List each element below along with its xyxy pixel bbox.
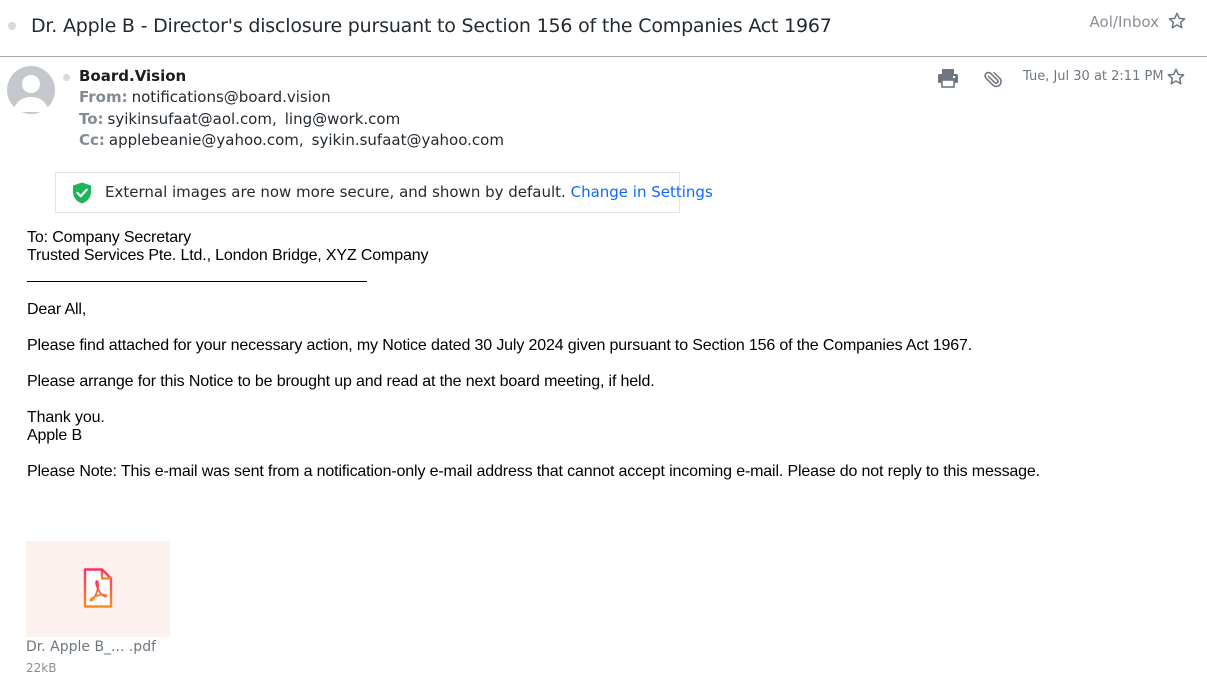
notice-message: External images are now more secure, and… (105, 183, 566, 201)
signature: Apple B (27, 427, 82, 444)
folder-breadcrumb[interactable]: Aol/Inbox (1090, 13, 1159, 31)
person-icon (13, 75, 49, 112)
sender-status-dot (63, 74, 70, 81)
sender-name[interactable]: Board.Vision (79, 67, 186, 85)
body-paragraph: Please find attached for your necessary … (27, 337, 973, 354)
recipient-line: To: Company Secretary (27, 229, 192, 246)
from-line: From: notifications@board.vision (79, 88, 331, 106)
divider-line (27, 281, 367, 282)
body-paragraph: Please arrange for this Notice to be bro… (27, 373, 655, 390)
paperclip-icon[interactable] (983, 70, 1003, 90)
change-settings-link[interactable]: Change in Settings (571, 183, 713, 201)
closing-thanks: Thank you. (27, 409, 105, 426)
star-icon[interactable] (1166, 67, 1186, 87)
attachment-card[interactable] (26, 541, 170, 637)
cc-address[interactable]: syikin.sufaat@yahoo.com (312, 131, 504, 149)
email-subject: Dr. Apple B - Director's disclosure purs… (31, 15, 832, 37)
to-line: To: syikinsufaat@aol.com, ling@work.com (79, 110, 400, 128)
printer-icon[interactable] (937, 68, 959, 88)
from-address[interactable]: notifications@board.vision (132, 88, 331, 106)
to-label: To: (79, 110, 104, 128)
attachment-size: 22kB (26, 661, 57, 675)
cc-line: Cc: applebeanie@yahoo.com, syikin.sufaat@y… (79, 131, 504, 149)
subject-bar: Dr. Apple B - Director's disclosure purs… (0, 0, 1207, 57)
pdf-file-icon (83, 568, 113, 608)
from-label: From: (79, 88, 128, 106)
star-icon[interactable] (1167, 11, 1187, 31)
attachment-filename[interactable]: Dr. Apple B_... .pdf (26, 639, 156, 655)
unread-dot[interactable] (8, 22, 16, 30)
greeting: Dear All, (27, 301, 87, 318)
to-address[interactable]: ling@work.com (285, 110, 400, 128)
notice-text: External images are now more secure, and… (105, 183, 713, 201)
cc-label: Cc: (79, 131, 105, 149)
avatar[interactable] (7, 66, 55, 114)
cc-address[interactable]: applebeanie@yahoo.com, (109, 131, 304, 149)
email-date: Tue, Jul 30 at 2:11 PM (1023, 69, 1164, 84)
disclaimer-note: Please Note: This e-mail was sent from a… (27, 463, 1040, 480)
company-line: Trusted Services Pte. Ltd., London Bridg… (27, 247, 429, 264)
shield-check-icon (73, 182, 91, 204)
images-notice: External images are now more secure, and… (55, 172, 713, 213)
to-address[interactable]: syikinsufaat@aol.com, (108, 110, 277, 128)
